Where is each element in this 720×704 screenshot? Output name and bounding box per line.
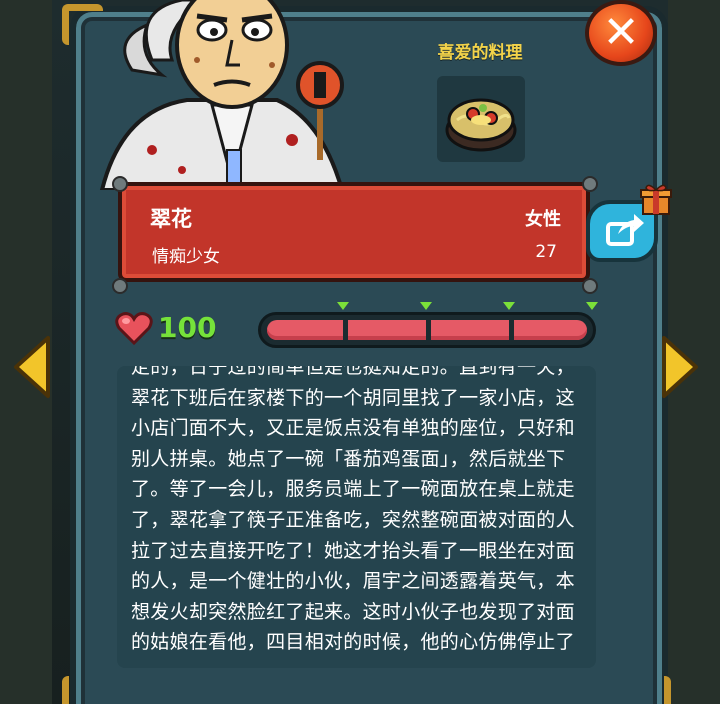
character-age: 27 — [535, 242, 557, 262]
progress-marker — [420, 302, 432, 310]
progress-segment — [514, 320, 587, 340]
banner-bolt — [112, 176, 128, 192]
banner-bolt — [112, 278, 128, 294]
story-scroll-area[interactable]: 定的，日子过的简单但是也挺知足的。直到有一天，翠花下班后在家楼下的一个胡同里找了… — [117, 366, 596, 668]
heart-icon — [115, 312, 153, 346]
progress-segment — [431, 320, 509, 340]
progress-marker — [503, 302, 515, 310]
affinity-value: 100 — [158, 311, 217, 344]
game-screen: 喜爱的料理 ✕ 翠花 女性 情痴少女 27 100 定的，日子过的简单但是也挺知… — [0, 0, 720, 704]
progress-marker — [586, 302, 598, 310]
noodle-bowl-icon — [445, 98, 517, 152]
close-button[interactable]: ✕ — [585, 0, 657, 66]
gift-icon[interactable] — [640, 182, 672, 216]
progress-segment — [267, 320, 343, 340]
close-icon: ✕ — [602, 7, 640, 58]
arrow-left-icon[interactable] — [12, 334, 52, 400]
panel-corner-ornament — [62, 676, 103, 704]
panel-corner-ornament — [630, 676, 671, 704]
arrow-right-icon[interactable] — [660, 334, 700, 400]
story-text: 定的，日子过的简单但是也挺知足的。直到有一天，翠花下班后在家楼下的一个胡同里找了… — [131, 366, 575, 654]
banner-bolt — [582, 278, 598, 294]
banner-bolt — [582, 176, 598, 192]
progress-marker — [337, 302, 349, 310]
character-portrait — [99, 0, 345, 190]
favorite-food-slot[interactable] — [437, 76, 525, 162]
progress-segment — [348, 320, 426, 340]
character-gender: 女性 — [525, 209, 561, 230]
affinity-progress-bar — [258, 312, 596, 348]
character-name: 翠花 — [150, 207, 192, 231]
favorite-food-label: 喜爱的料理 — [437, 43, 523, 63]
character-title: 情痴少女 — [152, 247, 220, 267]
